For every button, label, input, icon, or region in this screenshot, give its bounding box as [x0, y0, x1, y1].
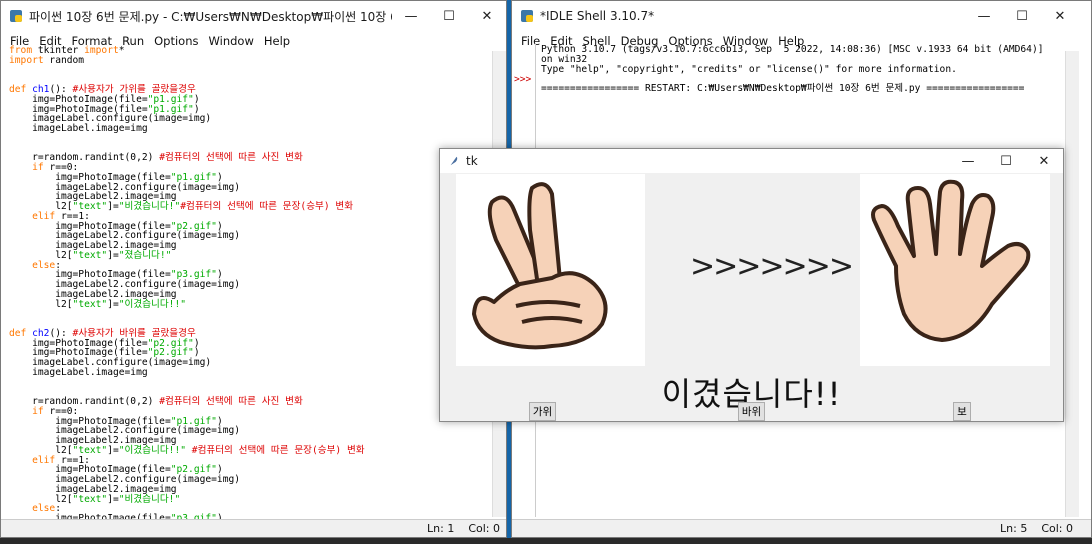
- feather-icon: [450, 156, 458, 166]
- editor-status-ln: Ln: 1: [427, 522, 455, 535]
- scissors-button[interactable]: 가위: [529, 402, 556, 421]
- shell-status-col: Col: 0: [1041, 522, 1073, 535]
- maximize-button[interactable]: ☐: [430, 1, 468, 31]
- shell-line: Type "help", "copyright", "credits" or "…: [541, 63, 957, 75]
- taskbar: [0, 538, 1092, 544]
- shell-title: *IDLE Shell 3.10.7*: [540, 9, 655, 23]
- tk-window: tk — ☐ ✕ >>>>>>> 이겼습니다!! 가위 바위 보: [439, 148, 1064, 422]
- editor-code[interactable]: from tkinter import* import random def c…: [9, 46, 365, 524]
- shell-status-ln: Ln: 5: [1000, 522, 1028, 535]
- shell-titlebar[interactable]: *IDLE Shell 3.10.7* — ☐ ✕: [512, 1, 1091, 31]
- rock-button[interactable]: 바위: [738, 402, 765, 421]
- shell-line: ================= RESTART: C:₩Users₩N₩De…: [541, 83, 1025, 94]
- editor-titlebar[interactable]: 파이썬 10장 6번 문제.py - C:₩Users₩N₩Desktop₩파이…: [1, 1, 506, 31]
- close-button[interactable]: ✕: [468, 1, 506, 31]
- editor-title: 파이썬 10장 6번 문제.py - C:₩Users₩N₩Desktop₩파이…: [29, 9, 392, 24]
- tk-titlebar[interactable]: tk — ☐ ✕: [440, 149, 1063, 173]
- editor-status-col: Col: 0: [468, 522, 500, 535]
- scissors-hand-icon: [472, 182, 608, 350]
- editor-window: 파이썬 10장 6번 문제.py - C:₩Users₩N₩Desktop₩파이…: [0, 0, 507, 538]
- tk-title: tk: [466, 154, 478, 168]
- shell-output[interactable]: Python 3.10.7 (tags/v3.10.7:6cc6b13, Sep…: [541, 45, 1044, 94]
- minimize-button[interactable]: —: [392, 1, 430, 31]
- shell-line: Python 3.10.7 (tags/v3.10.7:6cc6b13, Sep…: [541, 44, 1044, 55]
- paper-button[interactable]: 보: [953, 402, 971, 421]
- player-hand-image: [456, 174, 645, 366]
- close-button[interactable]: ✕: [1025, 149, 1063, 173]
- shell-statusbar: Ln: 5 Col: 0: [512, 519, 1091, 537]
- minimize-button[interactable]: —: [965, 1, 1003, 31]
- arrows-label: >>>>>>>: [690, 249, 854, 284]
- maximize-button[interactable]: ☐: [1003, 1, 1041, 31]
- maximize-button[interactable]: ☐: [987, 149, 1025, 173]
- python-file-icon: [10, 10, 22, 22]
- computer-hand-image: [860, 174, 1050, 366]
- close-button[interactable]: ✕: [1041, 1, 1079, 31]
- editor-statusbar: Ln: 1 Col: 0: [1, 519, 506, 537]
- shell-scrollbar[interactable]: [1065, 51, 1079, 517]
- paper-hand-icon: [871, 179, 1031, 342]
- shell-prompt: >>>: [514, 74, 532, 85]
- python-shell-icon: [521, 10, 533, 22]
- minimize-button[interactable]: —: [949, 149, 987, 173]
